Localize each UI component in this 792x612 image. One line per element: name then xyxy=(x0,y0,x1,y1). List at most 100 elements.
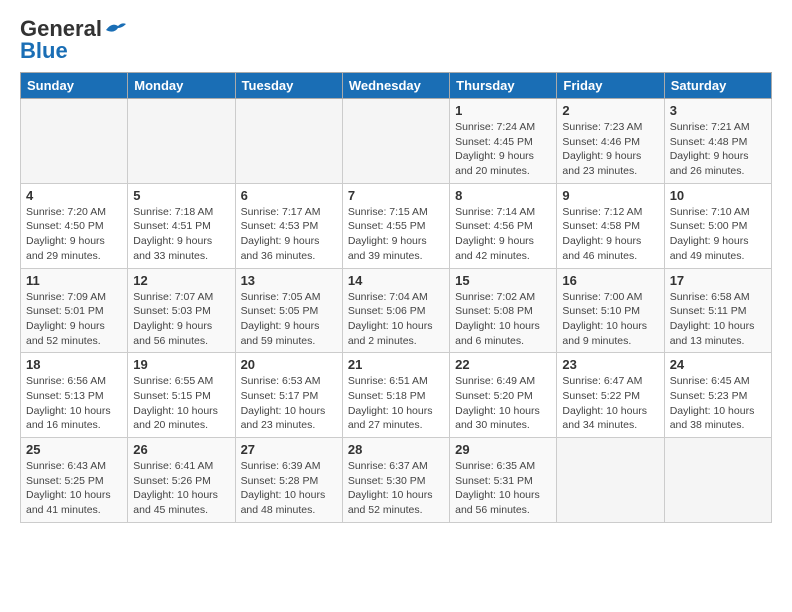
day-header-saturday: Saturday xyxy=(664,73,771,99)
calendar-cell: 23Sunrise: 6:47 AMSunset: 5:22 PMDayligh… xyxy=(557,353,664,438)
day-header-wednesday: Wednesday xyxy=(342,73,449,99)
day-header-sunday: Sunday xyxy=(21,73,128,99)
calendar-cell: 26 Sunrise: 6:41 AMSunset: 5:26 PMDayligh… xyxy=(128,438,235,523)
day-number: 11 xyxy=(26,273,122,288)
day-number: 28 xyxy=(348,442,444,457)
calendar-cell: 21Sunrise: 6:51 AMSunset: 5:18 PMDayligh… xyxy=(342,353,449,438)
day-number: 25 xyxy=(26,442,122,457)
calendar-cell: 7 Sunrise: 7:15 AMSunset: 4:55 PMDaylight… xyxy=(342,183,449,268)
calendar-week-4: 18 Sunrise: 6:56 AMSunset: 5:13 PMDayligh… xyxy=(21,353,772,438)
day-info: Sunrise: 7:07 AMSunset: 5:03 PMDaylight:… xyxy=(133,290,229,349)
day-info: Sunrise: 6:56 AMSunset: 5:13 PMDaylight:… xyxy=(26,374,122,433)
day-number: 17 xyxy=(670,273,766,288)
calendar-week-3: 11 Sunrise: 7:09 AMSunset: 5:01 PMDayligh… xyxy=(21,268,772,353)
day-number: 15 xyxy=(455,273,551,288)
day-info: Sunrise: 6:39 AMSunset: 5:28 PMDaylight:… xyxy=(241,459,337,518)
day-header-monday: Monday xyxy=(128,73,235,99)
day-header-tuesday: Tuesday xyxy=(235,73,342,99)
day-info: Sunrise: 6:43 AMSunset: 5:25 PMDaylight:… xyxy=(26,459,122,518)
calendar-cell: 3 Sunrise: 7:21 AMSunset: 4:48 PMDaylight… xyxy=(664,99,771,184)
calendar-week-2: 4 Sunrise: 7:20 AMSunset: 4:50 PMDaylight… xyxy=(21,183,772,268)
day-info: Sunrise: 7:02 AMSunset: 5:08 PMDaylight:… xyxy=(455,290,551,349)
calendar-cell: 25 Sunrise: 6:43 AMSunset: 5:25 PMDayligh… xyxy=(21,438,128,523)
day-info: Sunrise: 7:10 AMSunset: 5:00 PMDaylight:… xyxy=(670,205,766,264)
day-number: 4 xyxy=(26,188,122,203)
calendar-cell: 15 Sunrise: 7:02 AMSunset: 5:08 PMDayligh… xyxy=(450,268,557,353)
day-info: Sunrise: 7:18 AMSunset: 4:51 PMDaylight:… xyxy=(133,205,229,264)
day-number: 16 xyxy=(562,273,658,288)
day-number: 9 xyxy=(562,188,658,203)
calendar-cell xyxy=(128,99,235,184)
day-number: 5 xyxy=(133,188,229,203)
day-number: 12 xyxy=(133,273,229,288)
calendar-cell xyxy=(342,99,449,184)
calendar-cell: 10 Sunrise: 7:10 AMSunset: 5:00 PMDayligh… xyxy=(664,183,771,268)
day-number: 19 xyxy=(133,357,229,372)
page-header: General Blue xyxy=(20,16,772,64)
day-info: Sunrise: 7:04 AMSunset: 5:06 PMDaylight:… xyxy=(348,290,444,349)
day-header-thursday: Thursday xyxy=(450,73,557,99)
calendar-cell: 20Sunrise: 6:53 AMSunset: 5:17 PMDayligh… xyxy=(235,353,342,438)
day-number: 26 xyxy=(133,442,229,457)
calendar-cell: 19 Sunrise: 6:55 AMSunset: 5:15 PMDayligh… xyxy=(128,353,235,438)
day-number: 29 xyxy=(455,442,551,457)
day-info: Sunrise: 7:21 AMSunset: 4:48 PMDaylight:… xyxy=(670,120,766,179)
calendar-cell xyxy=(21,99,128,184)
calendar-cell: 5 Sunrise: 7:18 AMSunset: 4:51 PMDaylight… xyxy=(128,183,235,268)
calendar-cell xyxy=(664,438,771,523)
calendar-cell: 11 Sunrise: 7:09 AMSunset: 5:01 PMDayligh… xyxy=(21,268,128,353)
calendar-week-1: 1Sunrise: 7:24 AMSunset: 4:45 PMDaylight… xyxy=(21,99,772,184)
calendar-cell: 4 Sunrise: 7:20 AMSunset: 4:50 PMDaylight… xyxy=(21,183,128,268)
day-number: 14 xyxy=(348,273,444,288)
day-number: 13 xyxy=(241,273,337,288)
day-info: Sunrise: 7:09 AMSunset: 5:01 PMDaylight:… xyxy=(26,290,122,349)
calendar-cell xyxy=(235,99,342,184)
day-number: 8 xyxy=(455,188,551,203)
calendar-cell: 28 Sunrise: 6:37 AMSunset: 5:30 PMDayligh… xyxy=(342,438,449,523)
day-info: Sunrise: 6:35 AMSunset: 5:31 PMDaylight:… xyxy=(455,459,551,518)
day-number: 18 xyxy=(26,357,122,372)
calendar-cell: 8 Sunrise: 7:14 AMSunset: 4:56 PMDaylight… xyxy=(450,183,557,268)
day-number: 1 xyxy=(455,103,551,118)
day-number: 24 xyxy=(670,357,766,372)
day-number: 6 xyxy=(241,188,337,203)
calendar-table: SundayMondayTuesdayWednesdayThursdayFrid… xyxy=(20,72,772,523)
day-info: Sunrise: 7:14 AMSunset: 4:56 PMDaylight:… xyxy=(455,205,551,264)
day-number: 3 xyxy=(670,103,766,118)
calendar-cell: 13 Sunrise: 7:05 AMSunset: 5:05 PMDayligh… xyxy=(235,268,342,353)
calendar-cell: 12 Sunrise: 7:07 AMSunset: 5:03 PMDayligh… xyxy=(128,268,235,353)
logo-bird-icon xyxy=(104,20,126,38)
calendar-cell: 27 Sunrise: 6:39 AMSunset: 5:28 PMDayligh… xyxy=(235,438,342,523)
logo: General Blue xyxy=(20,16,126,64)
day-number: 27 xyxy=(241,442,337,457)
calendar-cell: 2Sunrise: 7:23 AMSunset: 4:46 PMDaylight… xyxy=(557,99,664,184)
calendar-header-row: SundayMondayTuesdayWednesdayThursdayFrid… xyxy=(21,73,772,99)
day-info: Sunrise: 7:00 AMSunset: 5:10 PMDaylight:… xyxy=(562,290,658,349)
calendar-cell: 24 Sunrise: 6:45 AMSunset: 5:23 PMDayligh… xyxy=(664,353,771,438)
day-info: Sunrise: 7:05 AMSunset: 5:05 PMDaylight:… xyxy=(241,290,337,349)
day-info: Sunrise: 7:15 AMSunset: 4:55 PMDaylight:… xyxy=(348,205,444,264)
logo-blue-text: Blue xyxy=(20,38,68,64)
calendar-cell: 6 Sunrise: 7:17 AMSunset: 4:53 PMDaylight… xyxy=(235,183,342,268)
day-info: Sunrise: 6:55 AMSunset: 5:15 PMDaylight:… xyxy=(133,374,229,433)
calendar-cell: 18 Sunrise: 6:56 AMSunset: 5:13 PMDayligh… xyxy=(21,353,128,438)
calendar-cell: 17 Sunrise: 6:58 AMSunset: 5:11 PMDayligh… xyxy=(664,268,771,353)
day-info: Sunrise: 6:47 AMSunset: 5:22 PMDaylight:… xyxy=(562,374,658,433)
day-info: Sunrise: 6:37 AMSunset: 5:30 PMDaylight:… xyxy=(348,459,444,518)
day-info: Sunrise: 7:17 AMSunset: 4:53 PMDaylight:… xyxy=(241,205,337,264)
calendar-cell: 29 Sunrise: 6:35 AMSunset: 5:31 PMDayligh… xyxy=(450,438,557,523)
day-info: Sunrise: 6:45 AMSunset: 5:23 PMDaylight:… xyxy=(670,374,766,433)
day-header-friday: Friday xyxy=(557,73,664,99)
calendar-cell: 22 Sunrise: 6:49 AMSunset: 5:20 PMDayligh… xyxy=(450,353,557,438)
day-number: 7 xyxy=(348,188,444,203)
calendar-week-5: 25 Sunrise: 6:43 AMSunset: 5:25 PMDayligh… xyxy=(21,438,772,523)
day-number: 22 xyxy=(455,357,551,372)
day-info: Sunrise: 6:49 AMSunset: 5:20 PMDaylight:… xyxy=(455,374,551,433)
calendar-cell: 16 Sunrise: 7:00 AMSunset: 5:10 PMDayligh… xyxy=(557,268,664,353)
day-info: Sunrise: 6:58 AMSunset: 5:11 PMDaylight:… xyxy=(670,290,766,349)
day-info: Sunrise: 7:20 AMSunset: 4:50 PMDaylight:… xyxy=(26,205,122,264)
calendar-cell: 9Sunrise: 7:12 AMSunset: 4:58 PMDaylight… xyxy=(557,183,664,268)
day-info: Sunrise: 6:41 AMSunset: 5:26 PMDaylight:… xyxy=(133,459,229,518)
calendar-cell: 14 Sunrise: 7:04 AMSunset: 5:06 PMDayligh… xyxy=(342,268,449,353)
day-number: 10 xyxy=(670,188,766,203)
